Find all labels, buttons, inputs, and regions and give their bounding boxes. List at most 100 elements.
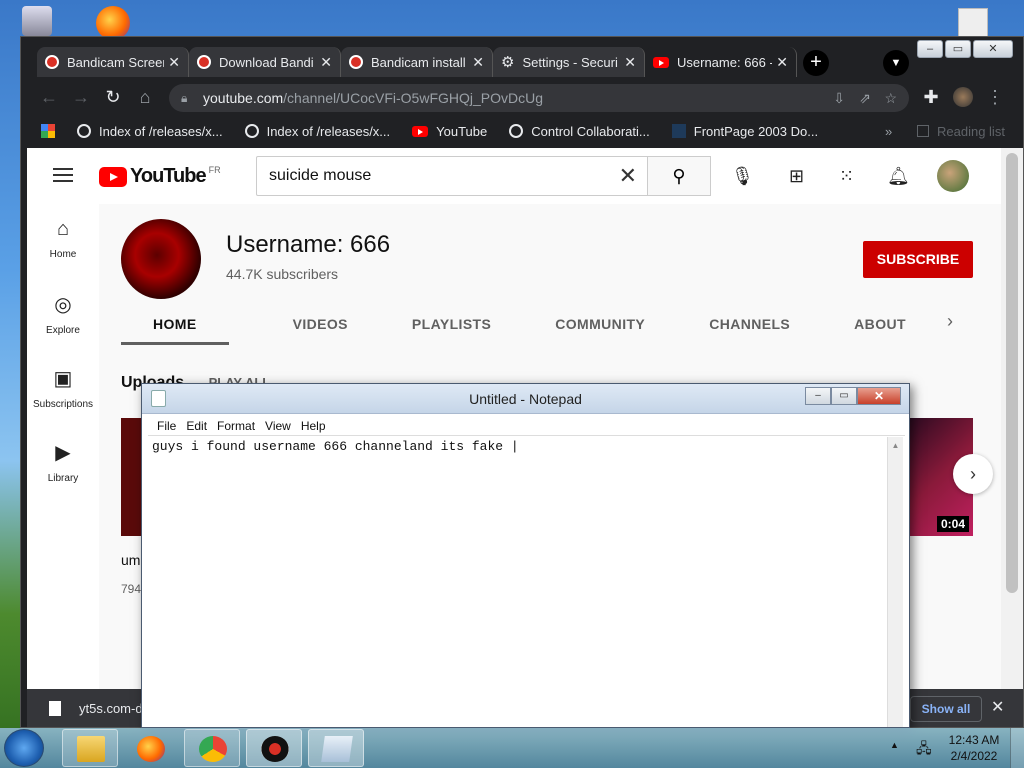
taskbar-firefox[interactable] — [122, 729, 178, 767]
bookmark-item[interactable]: Index of /releases/x... — [77, 124, 223, 139]
download-item[interactable]: yt5s.com-de — [49, 701, 150, 716]
subscribe-button[interactable]: SUBSCRIBE — [863, 241, 973, 278]
recycle-bin-icon[interactable] — [22, 6, 52, 36]
minimize-button[interactable]: ‒ — [917, 40, 943, 58]
close-window-button[interactable]: ✕ — [973, 40, 1013, 58]
bookmark-item[interactable]: FrontPage 2003 Do... — [671, 124, 818, 139]
hamburger-menu-icon[interactable] — [53, 168, 73, 182]
tab-videos[interactable]: VIDEOS — [293, 306, 348, 345]
new-tab-button[interactable]: + — [803, 50, 829, 76]
tab-settings[interactable]: ⚙ Settings - Securi ✕ — [493, 47, 645, 77]
user-avatar[interactable] — [937, 160, 969, 192]
notepad-titlebar[interactable]: Untitled - Notepad ‒ ▭ ✕ — [142, 384, 909, 414]
tab-search-button[interactable]: ▼ — [883, 50, 909, 76]
scrollbar-thumb[interactable] — [1006, 153, 1018, 593]
extensions-icon[interactable]: ✚ — [915, 87, 947, 108]
tab-bandicam-install[interactable]: Bandicam install ✕ — [341, 47, 493, 77]
apps-grid-icon[interactable] — [41, 124, 55, 138]
sidebar-item-subscriptions[interactable]: ▣ Subscriptions — [27, 366, 99, 410]
show-desktop-button[interactable] — [1010, 728, 1024, 768]
video-title[interactable]: um — [121, 552, 140, 568]
firefox-icon — [137, 736, 165, 762]
video-thumbnail[interactable] — [121, 418, 143, 536]
maximize-button[interactable]: ▭ — [945, 40, 971, 58]
taskbar-explorer[interactable] — [62, 729, 118, 767]
create-video-icon[interactable]: ⊞ — [789, 166, 804, 187]
install-app-icon[interactable]: ⇩ — [833, 84, 845, 112]
minimize-button[interactable]: ‒ — [805, 387, 831, 405]
close-tab-icon[interactable]: ✕ — [776, 54, 788, 71]
tab-bandicam-screen[interactable]: Bandicam Screen ✕ — [37, 47, 189, 77]
carousel-next-button[interactable]: › — [953, 454, 993, 494]
taskbar-bandicam[interactable] — [246, 729, 302, 767]
firefox-desktop-icon[interactable] — [96, 6, 130, 40]
tab-label: Settings - Securi — [522, 54, 618, 70]
channel-header: Username: 666 44.7K subscribers SUBSCRIB… — [99, 204, 1001, 354]
notepad-scrollbar[interactable]: ▲ — [887, 437, 903, 727]
sidebar-item-explore[interactable]: ◎ Explore — [27, 292, 99, 336]
search-input[interactable]: suicide mouse ✕ — [256, 156, 648, 196]
microphone-icon[interactable]: 🎙︎ — [731, 166, 754, 187]
clear-search-icon[interactable]: ✕ — [619, 157, 637, 195]
tab-home[interactable]: HOME — [121, 306, 229, 345]
sidebar-label: Explore — [46, 325, 80, 336]
sidebar-item-home[interactable]: ⌂ Home — [27, 218, 99, 260]
sidebar-item-library[interactable]: ▶ Library — [27, 440, 99, 484]
document-desktop-icon[interactable] — [958, 8, 988, 38]
menu-help[interactable]: Help — [301, 419, 326, 433]
home-button-icon[interactable]: ⌂ — [129, 87, 161, 108]
reading-list[interactable]: Reading list — [917, 124, 1005, 139]
tab-about[interactable]: ABOUT — [854, 306, 906, 345]
menu-edit[interactable]: Edit — [186, 419, 207, 433]
bookmark-item[interactable]: Control Collaborati... — [509, 124, 650, 139]
bandicam-icon — [349, 55, 363, 69]
search-button[interactable]: ⚲ — [647, 156, 711, 196]
bookmark-star-icon[interactable]: ☆ — [884, 84, 897, 112]
more-bookmarks-icon[interactable]: » — [885, 124, 892, 139]
close-tab-icon[interactable]: ✕ — [472, 54, 484, 71]
youtube-logo[interactable]: YouTube FR — [99, 165, 221, 188]
forward-icon[interactable]: → — [65, 87, 97, 108]
menu-view[interactable]: View — [265, 419, 291, 433]
start-button[interactable] — [4, 729, 44, 767]
reading-list-label: Reading list — [937, 123, 1005, 139]
channel-avatar[interactable] — [121, 219, 201, 299]
notepad-window-controls: ‒ ▭ ✕ — [805, 387, 901, 405]
taskbar-chrome[interactable] — [184, 729, 240, 767]
tab-community[interactable]: COMMUNITY — [555, 306, 645, 345]
close-download-bar-icon[interactable]: ✕ — [991, 697, 1004, 717]
chevron-right-icon[interactable]: › — [947, 311, 953, 332]
clock-time: 12:43 AM — [948, 733, 1000, 747]
notifications-bell-icon[interactable]: 🔔︎ — [887, 166, 910, 187]
scroll-up-icon[interactable]: ▲ — [888, 441, 903, 450]
notepad-menubar: File Edit Format View Help — [148, 416, 905, 436]
tab-channels[interactable]: CHANNELS — [709, 306, 790, 345]
bookmark-item[interactable]: YouTube — [412, 124, 487, 139]
taskbar-notepad[interactable] — [308, 729, 364, 767]
apps-icon[interactable]: ⁙ — [839, 166, 854, 187]
menu-file[interactable]: File — [157, 419, 176, 433]
notepad-text-area[interactable]: guys i found username 666 channeland its… — [148, 437, 887, 727]
tray-expand-icon[interactable]: ▲ — [890, 740, 899, 750]
menu-dots-icon[interactable]: ⋮ — [979, 87, 1011, 108]
reload-icon[interactable]: ↻ — [97, 87, 129, 108]
menu-format[interactable]: Format — [217, 419, 255, 433]
tab-youtube-channel[interactable]: Username: 666 - ✕ — [645, 47, 797, 77]
close-tab-icon[interactable]: ✕ — [168, 54, 180, 71]
network-icon[interactable]: 🖧︎ — [916, 738, 932, 762]
maximize-button[interactable]: ▭ — [831, 387, 857, 405]
close-tab-icon[interactable]: ✕ — [320, 54, 332, 71]
profile-avatar[interactable] — [953, 87, 973, 107]
page-scrollbar[interactable] — [1001, 148, 1023, 689]
tab-playlists[interactable]: PLAYLISTS — [412, 306, 491, 345]
close-tab-icon[interactable]: ✕ — [624, 54, 636, 71]
back-icon[interactable]: ← — [33, 87, 65, 108]
tab-download-bandicam[interactable]: Download Bandi ✕ — [189, 47, 341, 77]
show-all-button[interactable]: Show all — [910, 696, 982, 722]
clock[interactable]: 12:43 AM 2/4/2022 — [944, 732, 1004, 764]
close-button[interactable]: ✕ — [857, 387, 901, 405]
share-icon[interactable]: ⇗ — [859, 84, 871, 112]
youtube-icon — [412, 125, 429, 137]
bookmark-item[interactable]: Index of /releases/x... — [244, 124, 390, 139]
address-bar[interactable]: 🔒︎ youtube.com/channel/UCocVFi-O5wFGHQj_… — [169, 84, 909, 112]
